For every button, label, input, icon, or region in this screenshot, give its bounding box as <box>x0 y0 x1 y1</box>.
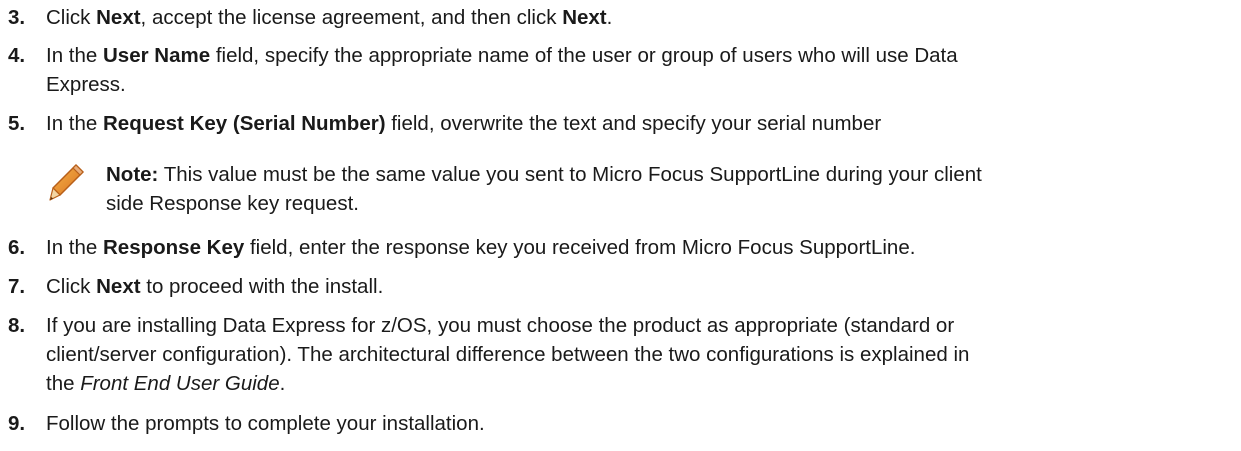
note-text: Note: This value must be the same value … <box>106 160 982 218</box>
text-segment: field, specify the appropriate name of t… <box>210 44 958 67</box>
step-text: In the Request Key (Serial Number) field… <box>46 112 881 135</box>
step-7: 7. Click Next to proceed with the install… <box>8 272 1241 301</box>
text-segment: Click <box>46 6 97 29</box>
italic-term: Front End User Guide <box>80 372 280 395</box>
bold-term: Response Key <box>103 236 245 259</box>
step-number: 4. <box>8 44 26 67</box>
step-number: 6. <box>8 236 26 259</box>
text-segment: Express. <box>46 73 126 96</box>
bold-term: Next <box>96 275 141 298</box>
text-segment: , accept the license agreement, and then… <box>140 6 563 29</box>
bold-term: User Name <box>103 44 211 67</box>
text-segment: the <box>46 372 81 395</box>
pencil-icon <box>46 162 86 204</box>
step-text: In the Response Key field, enter the res… <box>46 236 915 259</box>
bold-term: Next <box>96 6 141 29</box>
step-text-continued: client/server configuration). The archit… <box>8 340 1241 369</box>
step-number: 7. <box>8 275 26 298</box>
note-line-2: side Response key request. <box>106 192 359 215</box>
step-6: 6. In the Response Key field, enter the r… <box>8 233 1241 262</box>
text-segment: In the <box>46 112 103 135</box>
text-segment: Follow the prompts to complete your inst… <box>46 412 485 435</box>
text-segment: field, enter the response key you receiv… <box>244 236 916 259</box>
text-segment: field, overwrite the text and specify yo… <box>385 112 882 135</box>
step-text-continued-2: the Front End User Guide. <box>8 369 1241 398</box>
note-label: Note: <box>106 163 159 186</box>
step-number: 5. <box>8 112 26 135</box>
note-callout: Note: This value must be the same value … <box>46 160 1241 222</box>
step-text-continued: Express. <box>8 70 1241 99</box>
bold-term: Next <box>562 6 607 29</box>
text-segment: client/server configuration). The archit… <box>46 343 970 366</box>
step-text: If you are installing Data Express for z… <box>46 314 954 337</box>
step-text: Follow the prompts to complete your inst… <box>46 412 485 435</box>
step-5: 5. In the Request Key (Serial Number) fie… <box>8 109 1241 138</box>
text-segment: In the <box>46 44 103 67</box>
step-number: 3. <box>8 6 26 29</box>
step-number: 8. <box>8 314 26 337</box>
text-segment: Click <box>46 275 97 298</box>
bold-term: Request Key (Serial Number) <box>103 112 386 135</box>
note-line-1: This value must be the same value you se… <box>158 163 982 186</box>
text-segment: . <box>606 6 613 29</box>
step-text: In the User Name field, specify the appr… <box>46 44 958 67</box>
step-9: 9. Follow the prompts to complete your in… <box>8 409 1241 438</box>
text-segment: In the <box>46 236 103 259</box>
step-text: Click Next, accept the license agreement… <box>46 6 612 29</box>
text-segment: to proceed with the install. <box>140 275 384 298</box>
step-8: 8. If you are installing Data Express for… <box>8 311 1241 398</box>
step-text: Click Next to proceed with the install. <box>46 275 383 298</box>
step-4: 4. In the User Name field, specify the ap… <box>8 41 1241 99</box>
text-segment: . <box>279 372 286 395</box>
step-3: 3. Click Next, accept the license agreeme… <box>8 3 1241 32</box>
text-segment: If you are installing Data Express for z… <box>46 314 955 337</box>
step-number: 9. <box>8 412 26 435</box>
